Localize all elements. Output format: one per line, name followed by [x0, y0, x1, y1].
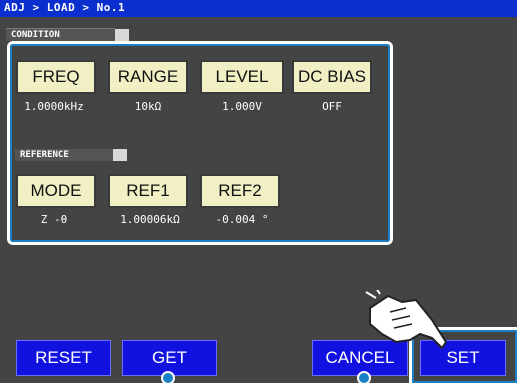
level-button-label: LEVEL: [215, 67, 269, 86]
breadcrumb: ADJ > LOAD > No.1: [4, 1, 126, 14]
ref2-value: -0.004 °: [215, 213, 269, 226]
callout-dot-icon: [161, 371, 175, 383]
ref2-button[interactable]: REF2: [200, 174, 280, 208]
reset-button-label: RESET: [35, 348, 92, 367]
ref1-value: 1.00006kΩ: [120, 213, 180, 226]
hand-pointer-icon: [365, 290, 447, 349]
range-button-label: RANGE: [117, 67, 179, 86]
ref1-button-label: REF1: [126, 181, 170, 200]
dc-bias-button[interactable]: DC BIAS: [292, 60, 372, 94]
reference-label-text: REFERENCE: [20, 150, 69, 160]
tag-tail: [115, 29, 129, 41]
freq-value: 1.0000kHz: [24, 100, 84, 113]
reference-section-label: REFERENCE: [15, 149, 127, 161]
get-button-label: GET: [152, 348, 187, 367]
freq-button[interactable]: FREQ: [16, 60, 96, 94]
freq-button-label: FREQ: [32, 67, 80, 86]
level-button[interactable]: LEVEL: [200, 60, 284, 94]
screen: ADJ > LOAD > No.1 CONDITION FREQ RANGE L…: [0, 0, 517, 383]
ref2-button-label: REF2: [218, 181, 262, 200]
ref1-button[interactable]: REF1: [108, 174, 188, 208]
dc-bias-button-label: DC BIAS: [297, 67, 367, 86]
mode-button-label: MODE: [30, 181, 82, 200]
reset-button[interactable]: RESET: [16, 340, 111, 376]
level-value: 1.000V: [222, 100, 262, 113]
dc-bias-value: OFF: [322, 100, 342, 113]
tag-tail: [113, 149, 127, 161]
mode-button[interactable]: MODE: [16, 174, 96, 208]
title-bar: ADJ > LOAD > No.1: [0, 0, 517, 17]
mode-value: Z -θ: [40, 213, 68, 226]
condition-section-label: CONDITION: [6, 28, 129, 41]
condition-label-text: CONDITION: [11, 30, 60, 40]
callout-dot-icon: [357, 371, 371, 383]
range-button[interactable]: RANGE: [108, 60, 188, 94]
range-value: 10kΩ: [134, 100, 162, 113]
